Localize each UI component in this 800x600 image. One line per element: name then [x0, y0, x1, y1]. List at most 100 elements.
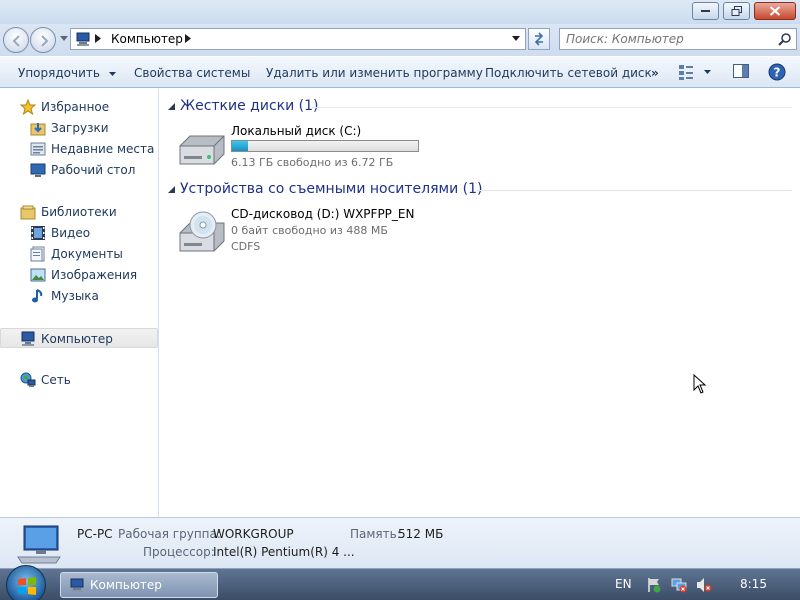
help-button[interactable]: ?	[768, 63, 786, 81]
action-center-flag-icon[interactable]	[646, 577, 662, 593]
memory-value: 512 МБ	[398, 527, 444, 541]
command-bar: Упорядочить Свойства системы Удалить или…	[0, 56, 800, 88]
computer-name: PC-PC	[77, 527, 113, 541]
processor-label: Процессор:	[143, 545, 215, 559]
nav-label: Видео	[51, 226, 91, 240]
breadcrumb-separator-icon[interactable]	[95, 34, 101, 43]
back-button[interactable]	[3, 27, 29, 53]
computer-icon	[21, 331, 35, 346]
group-hard-drives[interactable]: Жесткие диски (1)	[168, 98, 318, 114]
nav-label: Музыка	[51, 289, 99, 303]
refresh-button[interactable]	[528, 28, 550, 50]
drive-name: Локальный диск (C:)	[231, 124, 362, 138]
nav-images[interactable]: Изображения	[0, 265, 158, 285]
address-row: Компьютер	[0, 24, 800, 56]
collapse-triangle-icon	[168, 185, 175, 193]
recent-places-icon	[30, 142, 46, 156]
system-properties-button[interactable]: Свойства системы	[134, 66, 250, 80]
network-icon	[20, 372, 36, 387]
documents-icon	[30, 246, 45, 262]
refresh-icon	[534, 32, 544, 46]
restore-icon	[731, 6, 742, 16]
back-arrow-icon	[12, 35, 20, 47]
computer-icon	[70, 578, 84, 592]
nav-label: Сеть	[41, 373, 71, 387]
volume-muted-icon[interactable]	[696, 577, 712, 593]
taskbar-computer-button[interactable]: Компьютер	[60, 572, 218, 598]
details-pane: PC-PC Рабочая группа: WORKGROUP Память: …	[0, 517, 800, 568]
nav-network[interactable]: Сеть	[0, 370, 158, 390]
drive-usage-fill	[232, 141, 249, 151]
more-commands-button[interactable]: »	[651, 66, 659, 80]
search-box[interactable]	[559, 28, 797, 50]
processor-value: Intel(R) Pentium(R) 4 ...	[213, 545, 355, 559]
address-bar[interactable]: Компьютер	[70, 28, 526, 50]
drive-d[interactable]: CD-дисковод (D:) WXPFPP_EN 0 байт свобод…	[176, 207, 576, 267]
organize-button[interactable]: Упорядочить	[18, 66, 116, 80]
computer-large-icon	[17, 525, 61, 564]
preview-pane-button[interactable]	[733, 63, 750, 79]
video-icon	[31, 226, 45, 240]
group-removable[interactable]: Устройства со съемными носителями (1)	[168, 181, 482, 197]
nav-video[interactable]: Видео	[0, 223, 158, 243]
drive-usage-bar	[231, 140, 419, 152]
search-icon[interactable]	[778, 33, 791, 46]
title-bar	[0, 0, 800, 24]
organize-label: Упорядочить	[18, 66, 100, 80]
svg-text:?: ?	[774, 66, 781, 80]
nav-computer[interactable]: Компьютер	[0, 328, 158, 348]
nav-label: Загрузки	[51, 121, 109, 135]
windows-logo-icon	[18, 577, 36, 595]
nav-favorites[interactable]: Избранное	[0, 97, 158, 117]
computer-icon	[76, 32, 90, 46]
recent-pages-dropdown-icon[interactable]	[60, 36, 68, 41]
nav-desktop[interactable]: Рабочий стол	[0, 160, 158, 180]
nav-downloads[interactable]: Загрузки	[0, 118, 158, 138]
cd-drive-icon	[179, 211, 225, 252]
search-input[interactable]	[560, 29, 760, 49]
close-button[interactable]	[754, 2, 796, 20]
map-network-drive-button[interactable]: Подключить сетевой диск	[485, 66, 652, 80]
group-divider	[312, 107, 792, 108]
drive-c[interactable]: Локальный диск (C:) 6.13 ГБ свободно из …	[176, 124, 576, 184]
nav-libraries[interactable]: Библиотеки	[0, 202, 158, 222]
nav-documents[interactable]: Документы	[0, 244, 158, 264]
group-title: Жесткие диски (1)	[180, 98, 319, 114]
clock[interactable]: 8:15	[740, 577, 767, 591]
nav-label: Компьютер	[41, 332, 113, 346]
nav-music[interactable]: Музыка	[0, 286, 158, 306]
close-icon	[769, 6, 781, 16]
uninstall-program-button[interactable]: Удалить или изменить программу	[266, 66, 483, 80]
restore-button[interactable]	[723, 2, 750, 20]
help-icon: ?	[768, 63, 786, 81]
preview-pane-icon	[733, 64, 749, 78]
nav-label: Недавние места	[51, 142, 155, 156]
forward-arrow-icon	[41, 35, 49, 47]
minimize-button[interactable]	[692, 2, 719, 20]
breadcrumb-separator-icon[interactable]	[185, 34, 191, 43]
chevron-down-icon	[108, 71, 116, 76]
downloads-folder-icon	[30, 123, 46, 136]
nav-label: Рабочий стол	[51, 163, 136, 177]
drive-name: CD-дисковод (D:) WXPFPP_EN	[231, 207, 415, 221]
desktop-icon	[30, 163, 46, 177]
network-status-icon[interactable]	[671, 577, 687, 593]
collapse-triangle-icon	[168, 102, 175, 110]
address-dropdown-icon[interactable]	[512, 36, 520, 41]
change-view-button[interactable]	[678, 63, 712, 81]
navigation-pane: Избранное Загрузки Недавние места Рабочи…	[0, 89, 159, 517]
drive-free-space: 0 байт свободно из 488 МБ	[231, 224, 388, 237]
nav-label: Библиотеки	[41, 205, 117, 219]
view-icon	[679, 65, 693, 80]
window-controls	[688, 2, 796, 20]
start-button[interactable]	[6, 565, 46, 600]
taskbar: Компьютер EN 8:15	[0, 565, 800, 600]
breadcrumb-computer[interactable]: Компьютер	[111, 32, 183, 46]
forward-button[interactable]	[30, 27, 56, 53]
drive-free-space: 6.13 ГБ свободно из 6.72 ГБ	[231, 156, 394, 169]
nav-recent-places[interactable]: Недавние места	[0, 139, 158, 159]
mouse-cursor-icon	[693, 374, 707, 394]
memory-label: Память:	[350, 527, 401, 541]
content-pane: Жесткие диски (1) Локальный диск (C:) 6.…	[160, 89, 800, 517]
language-indicator[interactable]: EN	[615, 577, 632, 591]
